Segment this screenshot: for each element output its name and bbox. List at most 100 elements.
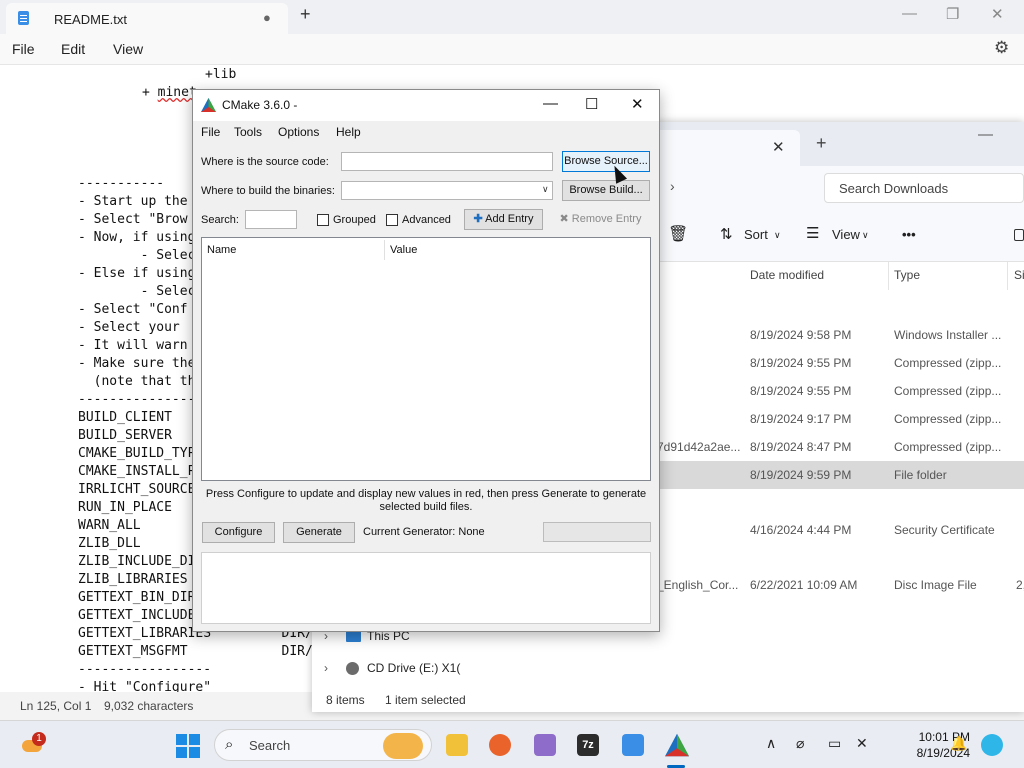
file-date-modified: 4/16/2024 4:44 PM [750,523,852,537]
windows-logo-icon [189,747,200,758]
file-type: File folder [894,468,947,482]
menu-help[interactable]: Help [336,125,361,139]
tree-item-label: CD Drive (E:) X1( [367,661,461,675]
file-row[interactable]: 8/19/2024 9:55 PM Compressed (zipp... [652,349,1024,377]
text-prefix: + [142,85,158,100]
file-row[interactable]: 8/19/2024 9:17 PM Compressed (zipp... [652,405,1024,433]
table-header: Name Value [202,238,650,262]
grouped-checkbox[interactable] [317,214,329,226]
close-tab-icon[interactable]: ✕ [772,138,785,156]
column-separator[interactable] [384,240,385,260]
app-icon[interactable] [534,734,556,756]
network-icon[interactable]: ⌀ [796,735,804,752]
column-separator[interactable] [888,262,889,290]
column-type[interactable]: Type [894,268,920,282]
chevron-down-icon[interactable]: ∨ [542,184,549,195]
menu-view[interactable]: View [113,41,143,57]
new-tab-button[interactable]: + [300,4,311,25]
copilot-icon[interactable] [981,734,1003,756]
column-separator[interactable] [1007,262,1008,290]
file-type: Compressed (zipp... [894,356,1002,370]
gear-icon[interactable]: ⚙ [994,38,1009,58]
file-date-modified: 6/22/2021 10:09 AM [750,578,858,592]
source-code-input[interactable] [341,152,553,171]
volume-muted-icon[interactable]: ✕ [856,735,868,752]
display-icon[interactable]: ▭ [828,735,841,752]
maximize-button[interactable]: ☐ [585,95,598,113]
firefox-icon[interactable] [489,734,511,756]
menu-options[interactable]: Options [278,125,319,139]
maximize-button[interactable]: ❐ [946,5,959,23]
add-entry-button[interactable]: ✚ Add Entry [464,209,543,230]
explorer-tab-downloads[interactable]: ✕ [652,130,800,166]
sort-button[interactable]: Sort [744,227,768,242]
more-options-button[interactable]: ••• [902,227,916,242]
cache-entries-table[interactable]: Name Value [201,237,651,481]
configure-button[interactable]: Configure [202,522,275,543]
build-binaries-combo[interactable]: ∨ [341,181,553,200]
start-button[interactable] [176,734,200,758]
file-name: 7d91d42a2ae... [657,440,741,454]
notepad-titlebar: README.txt ● + — ❐ ✕ [0,0,1024,34]
cursor-position: Ln 125, Col 1 [20,699,92,713]
notification-bell-icon[interactable]: 🔔 [950,735,967,752]
configure-hint-text: Press Configure to update and display ne… [205,488,647,513]
file-row[interactable]: 4/16/2024 4:44 PM Security Certificate [652,516,1024,544]
minimize-button[interactable]: — [978,126,993,143]
grouped-label: Grouped [333,214,376,226]
file-explorer-icon[interactable] [446,734,468,756]
output-log[interactable] [201,552,651,624]
taskbar-search-box[interactable]: ⌕ Search [214,729,432,761]
menu-file[interactable]: File [12,41,35,57]
browse-build-button[interactable]: Browse Build... [562,180,650,201]
column-value[interactable]: Value [390,244,417,256]
delete-icon[interactable]: 🗑 [668,224,688,244]
minimize-button[interactable]: — [543,95,558,112]
cmake-titlebar[interactable]: CMake 3.6.0 - — ☐ ✕ [193,90,659,121]
cmake-icon[interactable] [665,733,689,757]
computer-icon [346,631,361,642]
column-name[interactable]: Name [207,244,236,256]
notepad-icon[interactable] [622,734,644,756]
view-button[interactable]: View [832,227,860,242]
file-date-modified: 8/19/2024 9:55 PM [750,356,852,370]
file-row[interactable]: 8/19/2024 9:55 PM Compressed (zipp... [652,377,1024,405]
file-type: Compressed (zipp... [894,384,1002,398]
weather-widget[interactable]: 1 [20,732,46,758]
windows-logo-icon [176,734,187,745]
chevron-right-icon[interactable]: › [324,661,328,675]
minimize-button[interactable]: — [902,5,917,22]
search-input[interactable] [245,210,297,229]
details-pane-icon[interactable] [1014,229,1024,241]
search-input[interactable]: Search Downloads [824,173,1024,203]
remove-icon: ✖ [559,213,569,225]
menu-file[interactable]: File [201,125,220,139]
column-date-modified[interactable]: Date modified [750,268,824,282]
close-button[interactable]: ✕ [991,5,1004,23]
file-row[interactable]: 8/19/2024 9:58 PM Windows Installer ... [652,321,1024,349]
file-row[interactable]: 7d91d42a2ae... 8/19/2024 8:47 PM Compresse… [652,433,1024,461]
unsaved-indicator-icon[interactable]: ● [263,10,271,25]
file-row[interactable]: 8/19/2024 9:59 PM File folder [652,461,1024,489]
remove-entry-label: Remove Entry [571,213,642,225]
text-line: + minet [142,85,197,100]
7zip-icon[interactable]: 7z [577,734,599,756]
new-tab-button[interactable]: + [816,133,827,154]
cmake-logo-icon [201,98,216,112]
chevron-right-icon[interactable]: › [670,178,675,194]
search-icon: ⌕ [225,736,234,753]
close-button[interactable]: ✕ [631,95,644,113]
file-type: Security Certificate [894,523,995,537]
notification-badge: 1 [32,732,46,746]
notepad-menubar: File Edit View ⚙ [0,34,1024,64]
browse-source-button[interactable]: Browse Source... [562,151,650,172]
file-row[interactable]: _English_Cor... 6/22/2021 10:09 AM Disc Im… [652,571,1024,599]
generate-button[interactable]: Generate [283,522,355,543]
advanced-checkbox[interactable] [386,214,398,226]
chevron-up-icon[interactable]: ∧ [766,735,776,752]
menu-tools[interactable]: Tools [234,125,262,139]
text-line: GETTEXT_MSGFMT DIR/ [78,644,313,659]
column-size[interactable]: Si [1014,268,1024,282]
menu-edit[interactable]: Edit [61,41,85,57]
notepad-tab-readme[interactable]: README.txt ● [6,3,288,34]
